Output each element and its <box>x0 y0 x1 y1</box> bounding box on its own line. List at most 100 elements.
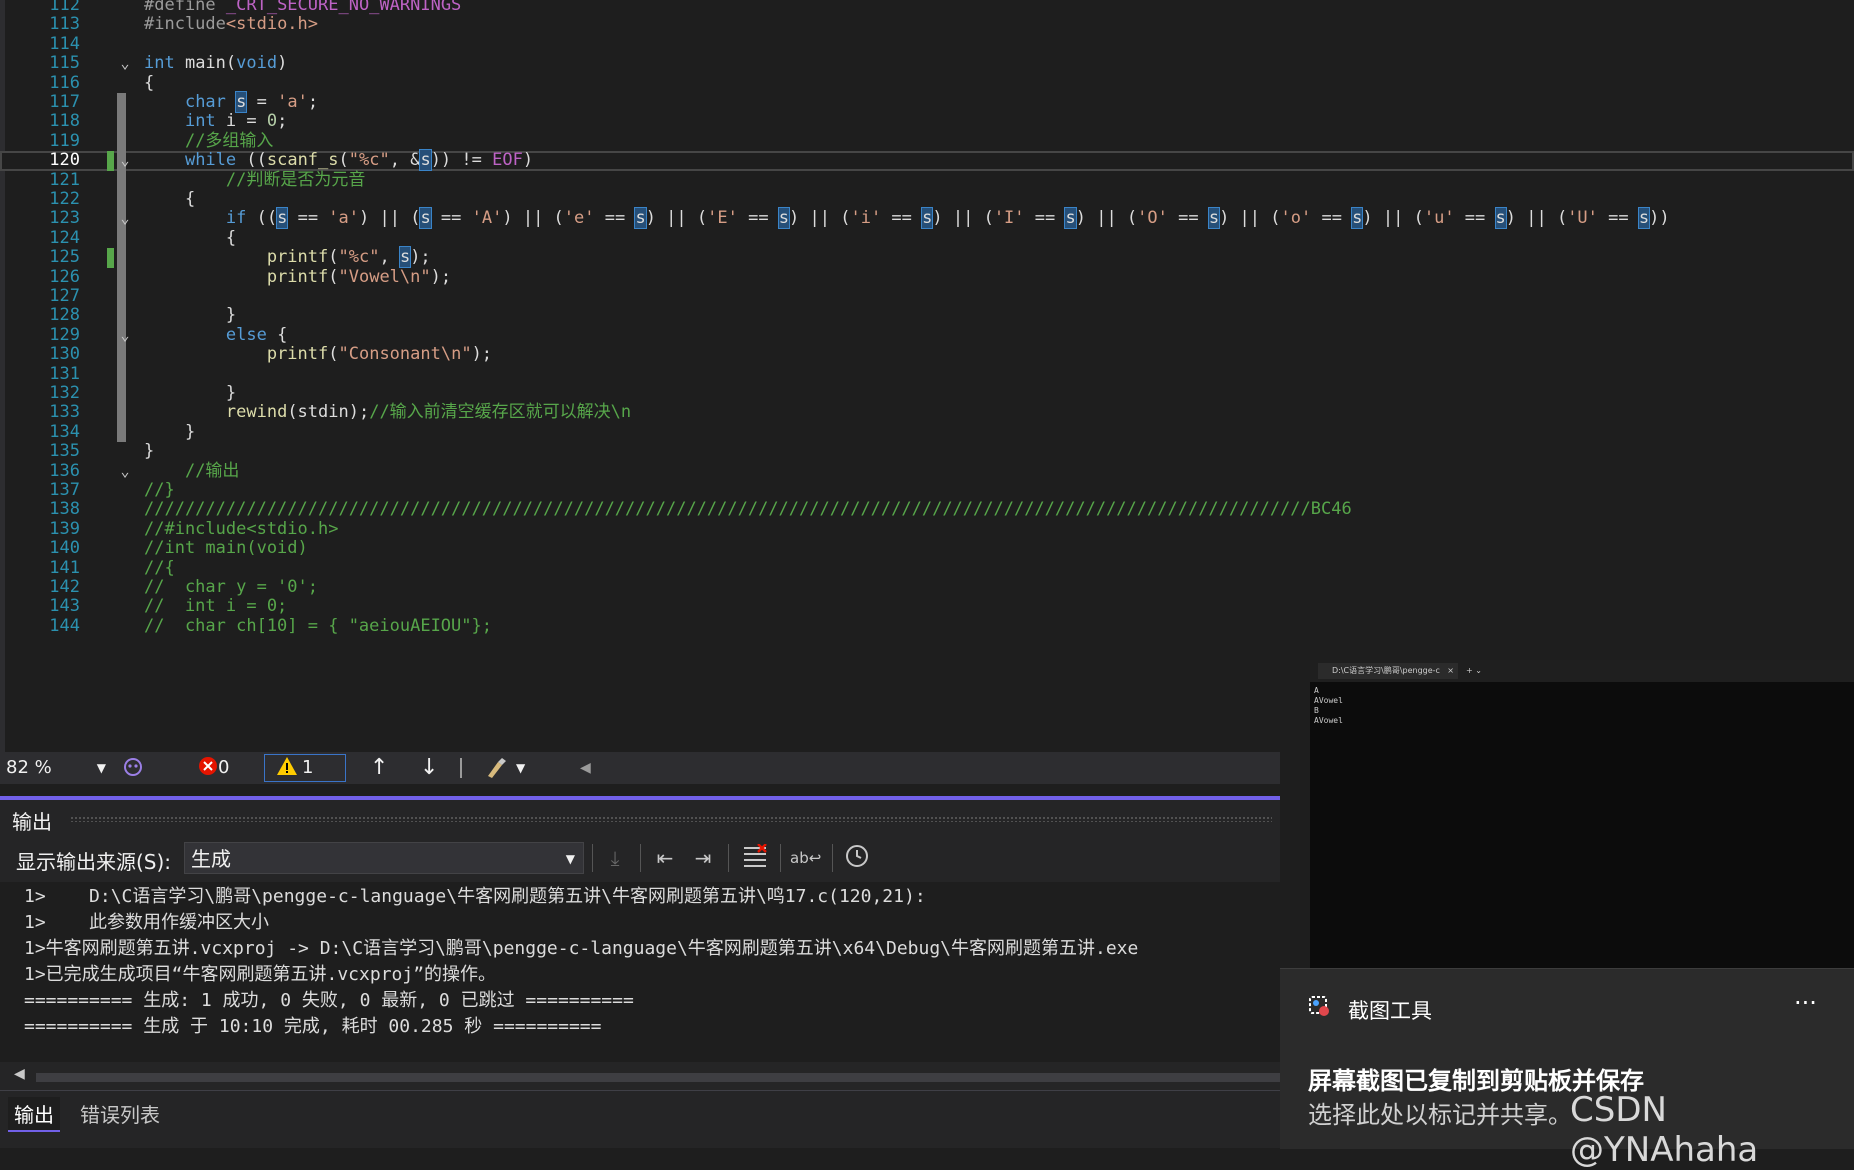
code-line[interactable]: 124 { <box>0 228 1854 249</box>
code-cleanup-icon[interactable] <box>484 756 510 780</box>
arrow-up-icon[interactable]: ↑ <box>370 756 388 780</box>
code-line[interactable]: 120 ⌄ while ((scanf_s("%c", &s)) != EOF) <box>0 149 1854 172</box>
code-line[interactable]: 131 <box>0 364 1854 384</box>
code-line[interactable]: 144 // char ch[10] = { "aeiouAEIOU"}; <box>0 616 1854 636</box>
tab-output[interactable]: 输出 <box>8 1097 60 1132</box>
code-line[interactable]: 118 int i = 0; <box>0 111 1854 132</box>
code-text[interactable]: } <box>144 422 195 442</box>
code-line[interactable]: 138 /////////////////////////////////////… <box>0 499 1854 519</box>
code-line[interactable]: 113 #include<stdio.h> <box>0 14 1854 34</box>
code-line[interactable]: 135} <box>0 441 1854 461</box>
code-line[interactable]: 122 { <box>0 189 1854 210</box>
code-line[interactable]: 123 ⌄ if ((s == 'a') || (s == 'A') || ('e… <box>0 207 1854 230</box>
clock-icon[interactable] <box>842 844 872 872</box>
code-text[interactable]: printf("Vowel\n"); <box>144 267 451 287</box>
code-line[interactable]: 127 <box>0 286 1854 307</box>
code-line[interactable]: 119 //多组输入 <box>0 130 1854 152</box>
scrollbar-thumb[interactable] <box>36 1073 1280 1082</box>
code-line[interactable]: 128 } <box>0 305 1854 326</box>
code-text[interactable]: printf("Consonant\n"); <box>144 344 492 365</box>
code-text[interactable]: } <box>144 306 236 325</box>
go-to-location-icon[interactable]: ⤓ <box>600 844 630 872</box>
output-text-area[interactable]: 1> D:\C语言学习\鹏哥\pengge-c-language\牛客网刷题第五… <box>0 882 1280 1062</box>
code-line[interactable]: 129 ⌄ else { <box>0 325 1854 346</box>
drag-handle[interactable] <box>70 816 1272 822</box>
more-options-icon[interactable]: ··· <box>1794 989 1817 1017</box>
new-tab-icon[interactable]: + ⌄ <box>1466 663 1482 679</box>
code-line[interactable]: 143 // int i = 0; <box>0 596 1854 616</box>
code-token: while <box>184 150 237 171</box>
close-icon[interactable]: × <box>1447 663 1454 679</box>
horizontal-scrollbar[interactable]: ◀ <box>10 1066 1280 1086</box>
code-line[interactable]: 134 } <box>0 422 1854 443</box>
code-token: ( <box>328 344 339 365</box>
code-line[interactable]: 126 printf("Vowel\n"); <box>0 267 1854 287</box>
code-line[interactable]: 121 //判断是否为元音 <box>0 170 1854 190</box>
tab-error-list[interactable]: 错误列表 <box>74 1097 166 1130</box>
code-text[interactable]: // int i = 0; <box>144 597 287 616</box>
code-text[interactable]: //{ <box>144 558 175 578</box>
code-editor[interactable]: 112 #define _CRT_SECURE_NO_WARNINGS 113 #in… <box>0 0 1854 752</box>
code-text[interactable]: //输出 <box>144 461 239 481</box>
scroll-left-icon[interactable]: ◀ <box>580 756 591 780</box>
code-token: //多组输入 <box>184 130 274 151</box>
code-text[interactable]: { <box>144 228 236 248</box>
code-text[interactable]: { <box>144 189 195 209</box>
word-wrap-icon[interactable]: ab↩ <box>790 844 821 872</box>
code-text[interactable]: while ((scanf_s("%c", &s)) != EOF) <box>144 149 533 172</box>
code-line[interactable]: 115 ⌄ int main(void) <box>0 53 1854 73</box>
code-text[interactable]: } <box>144 383 236 403</box>
code-line[interactable]: 117 char s = 'a'; <box>0 91 1854 113</box>
code-text[interactable]: //#include<stdio.h> <box>144 519 338 539</box>
code-line[interactable]: 130 printf("Consonant\n"); <box>0 344 1854 365</box>
line-number: 120 <box>49 150 80 171</box>
code-text[interactable]: #define _CRT_SECURE_NO_WARNINGS <box>144 0 461 15</box>
chevron-down-icon[interactable]: ▼ <box>516 756 525 780</box>
code-line[interactable]: 132 } <box>0 383 1854 404</box>
output-source-dropdown[interactable]: 生成 ▼ <box>184 842 584 874</box>
console-window[interactable]: D:\C语言学习\鹏哥\pengge-c × + ⌄ A AVowel B AV… <box>1310 660 1854 970</box>
copilot-icon[interactable] <box>122 756 144 780</box>
previous-message-icon[interactable]: ⇤ <box>650 844 680 872</box>
code-text[interactable]: // char ch[10] = { "aeiouAEIOU"}; <box>144 616 492 636</box>
console-tab[interactable]: D:\C语言学习\鹏哥\pengge-c × <box>1318 663 1458 679</box>
code-line[interactable]: 137 //} <box>0 480 1854 500</box>
arrow-down-icon[interactable]: ↓ <box>420 756 438 780</box>
code-text[interactable]: } <box>144 441 154 461</box>
code-text[interactable]: printf("%c", s); <box>144 246 431 269</box>
code-text[interactable]: else { <box>144 325 287 345</box>
zoom-dropdown[interactable]: 82 % ▼ <box>6 755 106 781</box>
code-text[interactable]: int i = 0; <box>144 112 287 131</box>
code-text[interactable]: if ((s == 'a') || (s == 'A') || ('e' == … <box>144 207 1670 230</box>
code-line[interactable]: 133 rewind(stdin);//输入前清空缓存区就可以解决\n <box>0 402 1854 423</box>
code-token: ; <box>277 111 288 132</box>
next-message-icon[interactable]: ⇥ <box>688 844 718 872</box>
code-text[interactable]: char s = 'a'; <box>144 91 318 113</box>
code-text[interactable]: //int main(void) <box>144 538 308 558</box>
code-line[interactable]: 114 <box>0 34 1854 54</box>
code-line[interactable]: 142 // char y = '0'; <box>0 577 1854 597</box>
code-line[interactable]: 139 //#include<stdio.h> <box>0 519 1854 539</box>
code-line[interactable]: 116 { <box>0 73 1854 93</box>
clear-all-icon[interactable] <box>740 843 770 872</box>
code-token: //输入前清空缓存区就可以解决\n <box>369 402 632 423</box>
code-text[interactable]: //多组输入 <box>144 130 274 151</box>
code-line[interactable]: 140 //int main(void) <box>0 538 1854 558</box>
line-number: 136 <box>49 460 80 481</box>
code-text[interactable]: int main(void) <box>144 53 287 73</box>
code-text[interactable]: { <box>144 73 154 93</box>
code-line[interactable]: 136 ⌄ //输出 <box>0 460 1854 481</box>
code-text[interactable]: //} <box>144 480 175 500</box>
scroll-left-icon[interactable]: ◀ <box>14 1066 25 1082</box>
code-text[interactable]: // char y = '0'; <box>144 577 318 597</box>
code-line[interactable]: 112 #define _CRT_SECURE_NO_WARNINGS <box>0 0 1854 15</box>
code-text[interactable]: //判断是否为元音 <box>144 170 365 190</box>
code-line[interactable]: 125 printf("%c", s); <box>0 246 1854 269</box>
code-text[interactable]: rewind(stdin);//输入前清空缓存区就可以解决\n <box>144 403 631 422</box>
code-line[interactable]: 141 //{ <box>0 558 1854 578</box>
error-icon[interactable] <box>198 756 218 780</box>
code-text[interactable]: ////////////////////////////////////////… <box>144 500 1352 519</box>
code-text[interactable]: #include<stdio.h> <box>144 15 318 34</box>
